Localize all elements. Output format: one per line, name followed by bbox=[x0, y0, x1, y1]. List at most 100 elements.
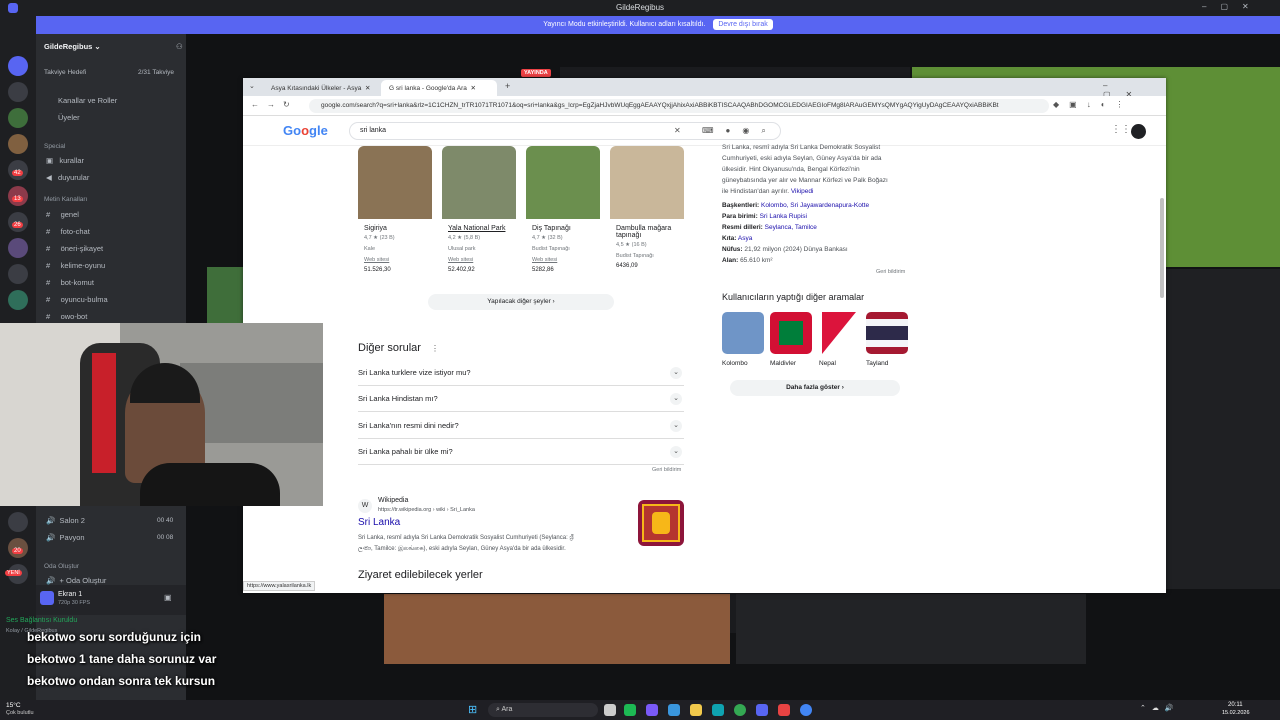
task-view-icon[interactable] bbox=[604, 704, 616, 716]
nav-buttons[interactable]: ←→↻ bbox=[251, 100, 298, 109]
tab-asya[interactable]: Asya Kıtasındaki Ülkeler - Asya ✕ bbox=[263, 80, 379, 96]
channel-foto-chat[interactable]: # foto-chat bbox=[46, 227, 90, 236]
weather-temp[interactable]: 15°C bbox=[6, 702, 21, 709]
boost-goal-label[interactable]: Takviye Hedefi bbox=[44, 69, 86, 76]
tab-sri-lanka[interactable]: G sri lanka - Google'da Ara ✕ bbox=[381, 80, 497, 96]
kp-fact-value[interactable]: Sri Lanka Rupisi bbox=[760, 213, 807, 220]
search-tools-icons[interactable]: ⌨●◉⌕ bbox=[702, 126, 778, 136]
server-icon[interactable] bbox=[8, 238, 28, 258]
kp-desc-line: ülkesidir. Hint Okyanusu'nda, Bengal Kör… bbox=[722, 166, 860, 173]
start-icon[interactable]: ⊞ bbox=[468, 703, 477, 716]
tab-list-icon[interactable]: ⌄ bbox=[249, 82, 255, 90]
result-url[interactable]: https://tr.wikipedia.org › wiki › Sri_La… bbox=[378, 507, 475, 513]
more-things-button[interactable]: Yapılacak diğer şeyler › bbox=[428, 294, 614, 310]
search-input[interactable]: sri lanka ✕ ⌨●◉⌕ bbox=[349, 122, 781, 140]
new-tab-button[interactable]: + bbox=[505, 81, 510, 91]
scrollbar[interactable] bbox=[1160, 198, 1164, 298]
result-title[interactable]: Sri Lanka bbox=[358, 517, 400, 528]
edge-icon[interactable] bbox=[712, 704, 724, 716]
voice-channel-pavyon[interactable]: 🔊 Pavyon bbox=[46, 533, 85, 542]
chrome-icon[interactable] bbox=[800, 704, 812, 716]
address-bar[interactable]: google.com/search?q=sri+lanka&rlz=1C1CHZ… bbox=[309, 99, 1049, 113]
place-card[interactable]: Yala National Park 4,2 ★ (5,8 B) Ulusal … bbox=[442, 146, 516, 282]
voice-count: 00 bbox=[157, 517, 165, 524]
clock-time[interactable]: 20:11 bbox=[1228, 702, 1243, 708]
channel-oneri-sikayet[interactable]: # öneri-şikayet bbox=[46, 244, 103, 253]
screen-share-settings-icon[interactable]: ▣ bbox=[164, 593, 172, 602]
disable-streamer-mode-button[interactable]: Devre dışı bırak bbox=[713, 19, 773, 30]
place-website-link[interactable]: Web sitesi bbox=[532, 256, 600, 265]
also-search-thumb-nepal[interactable] bbox=[822, 312, 864, 354]
window-title: GildeRegibus bbox=[615, 3, 665, 12]
discord-icon[interactable] bbox=[756, 704, 768, 716]
channel-duyurular[interactable]: ◀ duyurular bbox=[46, 173, 89, 182]
server-icon[interactable] bbox=[8, 108, 28, 128]
file-explorer-icon[interactable] bbox=[690, 704, 702, 716]
invite-icon[interactable]: ⚇ bbox=[176, 42, 183, 51]
paa-question[interactable]: Sri Lanka Hindistan mı? ⌄ bbox=[358, 386, 684, 412]
place-card[interactable]: Dambulla mağara tapınağı 4,5 ★ (16 B) Bu… bbox=[610, 146, 684, 282]
channels-and-roles[interactable]: Kanallar ve Roller bbox=[58, 96, 117, 105]
window-controls[interactable]: –▢✕ bbox=[1202, 2, 1272, 14]
place-website-link[interactable]: Web sitesi bbox=[448, 256, 516, 265]
chrome-icon[interactable] bbox=[734, 704, 746, 716]
also-search-thumb-tayland[interactable] bbox=[866, 312, 908, 354]
channel-label: foto-chat bbox=[60, 227, 90, 236]
place-rating: 4,7 ★ (23 B) bbox=[364, 235, 395, 241]
channel-kurallar[interactable]: ▣ kurallar bbox=[46, 156, 84, 165]
place-price: 52.402,92 bbox=[448, 267, 475, 273]
server-icon[interactable] bbox=[8, 264, 28, 284]
server-icon[interactable] bbox=[8, 134, 28, 154]
place-card[interactable]: Sigiriya 4,7 ★ (23 B) Kale Web sitesi 51… bbox=[358, 146, 432, 282]
stream-tile[interactable] bbox=[736, 594, 1086, 664]
channel-bot-komut[interactable]: # bot-komut bbox=[46, 278, 94, 287]
channel-label: owo-bot bbox=[60, 312, 88, 321]
channel-genel[interactable]: # genel bbox=[46, 210, 79, 219]
app-icon[interactable] bbox=[778, 704, 790, 716]
app-icon[interactable] bbox=[668, 704, 680, 716]
more-options-icon[interactable]: ⋮ bbox=[431, 344, 439, 353]
voice-channel-salon-2[interactable]: 🔊 Salon 2 bbox=[46, 516, 85, 525]
server-icon[interactable] bbox=[8, 290, 28, 310]
also-search-thumb-kolombo[interactable] bbox=[722, 312, 764, 354]
paa-question[interactable]: Sri Lanka'nın resmi dini nedir? ⌄ bbox=[358, 413, 684, 439]
category-special[interactable]: Special bbox=[44, 143, 65, 150]
also-search-thumb-maldivler[interactable] bbox=[770, 312, 812, 354]
taskbar-search[interactable]: ⌕ Ara bbox=[488, 703, 598, 717]
google-doodle-logo[interactable]: Google bbox=[283, 123, 328, 138]
members-link[interactable]: Üyeler bbox=[58, 113, 80, 122]
place-price: 6436,09 bbox=[616, 263, 638, 269]
avatar[interactable] bbox=[1131, 124, 1146, 139]
extension-icons[interactable]: ◆▣↓◐⋮ bbox=[1053, 100, 1134, 109]
category-text[interactable]: Metin Kanalları bbox=[44, 196, 87, 203]
category-create[interactable]: Oda Oluştur bbox=[44, 563, 79, 570]
server-name[interactable]: GildeRegibus ⌄ bbox=[44, 42, 101, 51]
app-icon[interactable] bbox=[646, 704, 658, 716]
show-more-button[interactable]: Daha fazla göster › bbox=[730, 380, 900, 396]
kp-wiki-link[interactable]: Vikipedi bbox=[791, 188, 814, 195]
create-channel[interactable]: 🔊 + Oda Oluştur bbox=[46, 576, 106, 585]
place-card[interactable]: Diş Tapınağı 4,7 ★ (32 B) Budist Tapınağ… bbox=[526, 146, 600, 282]
clear-icon[interactable]: ✕ bbox=[674, 126, 681, 135]
sri-lanka-flag-image[interactable] bbox=[638, 500, 684, 546]
paa-question[interactable]: Sri Lanka pahalı bir ülke mi? ⌄ bbox=[358, 439, 684, 465]
voice-connected-status: Ses Bağlantısı Kuruldu bbox=[6, 617, 78, 624]
channel-owo-bot[interactable]: # owo-bot bbox=[46, 312, 87, 321]
kp-feedback-link[interactable]: Geri bildirim bbox=[876, 269, 905, 275]
kp-fact-value[interactable]: Asya bbox=[738, 235, 752, 242]
server-icon[interactable] bbox=[8, 512, 28, 532]
stream-tile[interactable] bbox=[384, 594, 730, 664]
announcement-icon: ◀ bbox=[46, 173, 52, 182]
kp-fact-value[interactable]: Kolombo, Sri Jayawardenapura-Kotte bbox=[761, 202, 869, 209]
feedback-link[interactable]: Geri bildirim bbox=[652, 467, 681, 473]
place-website-link[interactable]: Web sitesi bbox=[364, 256, 432, 265]
paa-question[interactable]: Sri Lanka turklere vize istiyor mu? ⌄ bbox=[358, 360, 684, 386]
server-icon[interactable] bbox=[8, 56, 28, 76]
apps-grid-icon[interactable]: ⋮⋮ bbox=[1111, 124, 1131, 135]
spotify-icon[interactable] bbox=[624, 704, 636, 716]
channel-kelime-oyunu[interactable]: # kelime-oyunu bbox=[46, 261, 105, 270]
server-icon[interactable] bbox=[8, 82, 28, 102]
kp-fact-value[interactable]: Seylanca, Tamilce bbox=[765, 224, 817, 231]
channel-oyuncu-bulma[interactable]: # oyuncu-bulma bbox=[46, 295, 108, 304]
system-tray-icons[interactable]: ⌃☁🔊 bbox=[1140, 704, 1180, 712]
